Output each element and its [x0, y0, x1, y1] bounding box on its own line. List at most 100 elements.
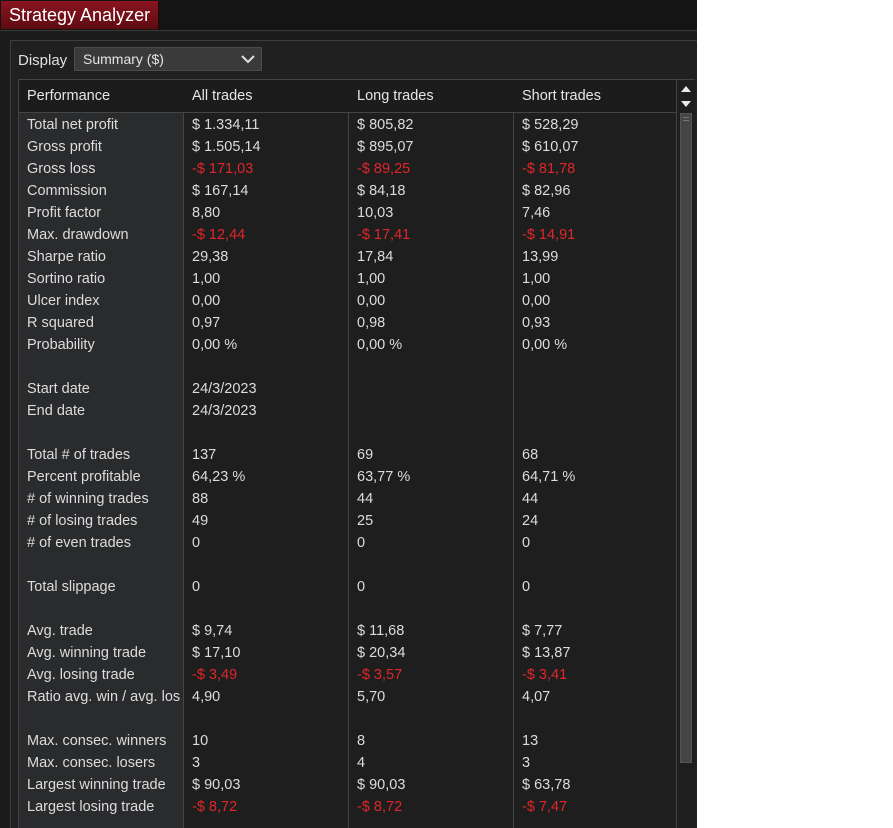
performance-grid: Performance All trades Long trades Short…	[18, 79, 695, 828]
cell-all-trades	[184, 708, 349, 730]
row-label: Commission	[27, 183, 107, 199]
header-performance[interactable]: Performance	[19, 80, 184, 113]
row-label: Max. consec. winners	[27, 733, 167, 749]
cell-all-trades: 0,00	[192, 293, 221, 309]
spacer-row	[19, 554, 677, 576]
row-label: End date	[27, 403, 86, 419]
table-row: Ratio avg. win / avg. los 4,90 5,70 4,07	[19, 686, 677, 708]
cell-long-trades	[349, 598, 514, 620]
cell-long-trades: 44	[357, 491, 374, 507]
cell-long-trades: 69	[357, 447, 374, 463]
cell-all-trades: $ 1.334,11	[192, 117, 260, 133]
table-row: # of winning trades 88 44 44	[19, 488, 677, 510]
grip-line	[683, 117, 689, 118]
cell-long-trades: 25	[357, 513, 374, 529]
grip-line	[683, 120, 689, 121]
table-row: Ulcer index 0,00 0,00 0,00	[19, 290, 677, 312]
cell-all-trades	[184, 598, 349, 620]
table-row: Avg. losing trade -$ 3,49 -$ 3,57 -$ 3,41	[19, 664, 677, 686]
row-label: Avg. winning trade	[27, 645, 147, 661]
cell-short-trades: 0,93	[522, 315, 551, 331]
cell-short-trades: 7,46	[522, 205, 551, 221]
spacer-row	[19, 708, 677, 730]
row-label: # of losing trades	[27, 513, 138, 529]
table-row: Total slippage 0 0 0	[19, 576, 677, 598]
header-short-trades[interactable]: Short trades	[514, 80, 677, 113]
row-label: Max. drawdown	[27, 227, 129, 243]
cell-long-trades: 8	[357, 733, 366, 749]
row-label: Total net profit	[27, 117, 119, 133]
table-row: Sortino ratio 1,00 1,00 1,00	[19, 268, 677, 290]
cell-short-trades: $ 63,78	[522, 777, 571, 793]
cell-short-trades	[514, 400, 677, 422]
cell-short-trades: 0,00 %	[522, 337, 568, 353]
cell-short-trades: 0	[522, 535, 531, 551]
table-row: # of losing trades 49 25 24	[19, 510, 677, 532]
vertical-scrollbar[interactable]	[676, 80, 695, 828]
cell-short-trades	[514, 708, 677, 730]
row-label: # of winning trades	[27, 491, 149, 507]
table-row: Gross loss -$ 171,03 -$ 89,25 -$ 81,78	[19, 158, 677, 180]
cell-short-trades	[514, 356, 677, 378]
header-all-trades[interactable]: All trades	[184, 80, 349, 113]
strategy-analyzer-window: Strategy Analyzer Display Summary ($) Pe…	[0, 0, 697, 828]
cell-short-trades: 24	[522, 513, 539, 529]
row-label: Ratio avg. win / avg. los	[27, 689, 181, 705]
cell-long-trades: -$ 8,72	[357, 799, 403, 815]
row-label: Total # of trades	[27, 447, 131, 463]
cell-short-trades: $ 13,87	[522, 645, 571, 661]
cell-all-trades: 1,00	[192, 271, 221, 287]
cell-short-trades	[514, 422, 677, 444]
table-row: Max. drawdown -$ 12,44 -$ 17,41 -$ 14,91	[19, 224, 677, 246]
cell-long-trades	[349, 708, 514, 730]
row-label: Total slippage	[27, 579, 116, 595]
cell-all-trades: 3	[192, 755, 201, 771]
row-label: # of even trades	[27, 535, 131, 551]
table-row: Max. consec. winners 10 8 13	[19, 730, 677, 752]
cell-long-trades: 10,03	[357, 205, 394, 221]
table-row: Probability 0,00 % 0,00 % 0,00 %	[19, 334, 677, 356]
cell-short-trades: 64,71 %	[522, 469, 576, 485]
cell-all-trades: -$ 3,49	[192, 667, 238, 683]
cell-all-trades: 137	[192, 447, 217, 463]
cell-long-trades	[349, 378, 514, 400]
display-select[interactable]: Summary ($)	[74, 47, 262, 71]
row-label: Sharpe ratio	[27, 249, 106, 265]
cell-long-trades: $ 84,18	[357, 183, 406, 199]
window-title-tab[interactable]: Strategy Analyzer	[1, 1, 160, 29]
cell-long-trades: -$ 3,57	[357, 667, 403, 683]
scroll-up-arrow-icon[interactable]	[679, 82, 693, 94]
cell-all-trades: 10	[192, 733, 209, 749]
table-row: Total # of trades 137 69 68	[19, 444, 677, 466]
cell-all-trades	[184, 554, 349, 576]
cell-long-trades	[349, 400, 514, 422]
cell-long-trades: 0	[357, 535, 366, 551]
scroll-thumb[interactable]	[680, 113, 692, 763]
cell-all-trades: 0,00 %	[192, 337, 238, 353]
cell-all-trades: 8,80	[192, 205, 221, 221]
cell-short-trades: $ 610,07	[522, 139, 579, 155]
title-bar: Strategy Analyzer	[0, 0, 697, 30]
cell-short-trades: 0	[522, 579, 531, 595]
row-label	[19, 422, 184, 444]
scroll-down-arrow-icon[interactable]	[679, 97, 693, 109]
cell-all-trades	[184, 422, 349, 444]
table-row: Gross profit $ 1.505,14 $ 895,07 $ 610,07	[19, 136, 677, 158]
cell-long-trades	[349, 422, 514, 444]
row-label: Avg. losing trade	[27, 667, 135, 683]
cell-long-trades	[349, 554, 514, 576]
cell-all-trades: -$ 8,72	[192, 799, 238, 815]
row-label: Ulcer index	[27, 293, 100, 309]
cell-short-trades: 44	[522, 491, 539, 507]
cell-long-trades	[349, 356, 514, 378]
cell-all-trades	[184, 356, 349, 378]
header-long-trades[interactable]: Long trades	[349, 80, 514, 113]
table-row: Avg. trade $ 9,74 $ 11,68 $ 7,77	[19, 620, 677, 642]
cell-all-trades: 24/3/2023	[192, 381, 257, 397]
row-label: Largest winning trade	[27, 777, 166, 793]
table-row: Sharpe ratio 29,38 17,84 13,99	[19, 246, 677, 268]
row-label: Probability	[27, 337, 95, 353]
row-label: Max. consec. losers	[27, 755, 156, 771]
cell-all-trades: 64,23 %	[192, 469, 246, 485]
cell-all-trades: $ 1.505,14	[192, 139, 261, 155]
